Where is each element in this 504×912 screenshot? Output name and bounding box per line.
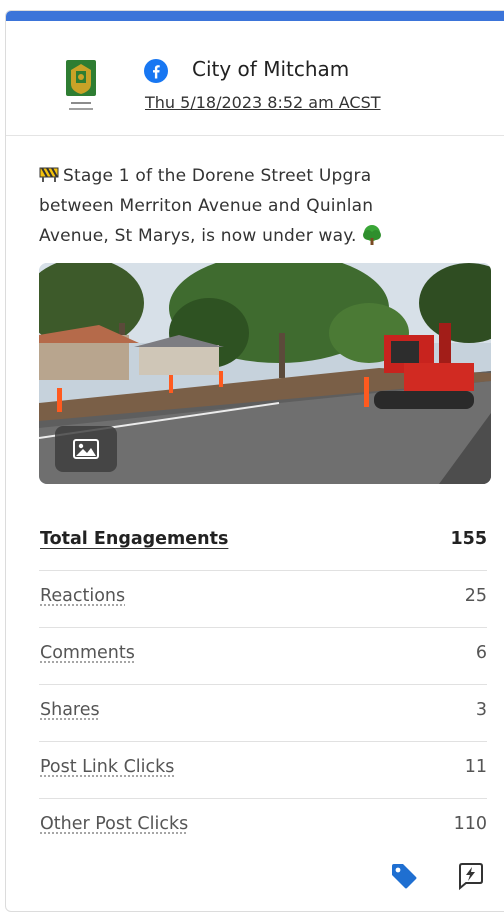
metric-label[interactable]: Total Engagements — [40, 529, 228, 549]
page-name: City of Mitcham — [192, 57, 350, 81]
image-icon — [73, 439, 99, 459]
post-text-line: Avenue, St Marys, is now under way. — [39, 221, 504, 251]
metric-label[interactable]: Shares — [40, 700, 100, 720]
card-accent-bar — [6, 11, 504, 21]
metric-label[interactable]: Other Post Clicks — [40, 814, 188, 834]
construction-barrier-icon — [39, 167, 59, 182]
post-date-link[interactable]: Thu 5/18/2023 8:52 am ACST — [145, 93, 381, 112]
post-text-line-1: Stage 1 of the Dorene Street Upgra — [63, 166, 372, 186]
metric-post-link-clicks: Post Link Clicks 11 — [39, 741, 487, 799]
metric-label[interactable]: Comments — [40, 643, 135, 663]
metric-value: 6 — [475, 643, 487, 663]
metric-other-post-clicks: Other Post Clicks 110 — [39, 798, 487, 855]
metric-comments: Comments 6 — [39, 627, 487, 685]
post-text-line: Stage 1 of the Dorene Street Upgra — [39, 161, 504, 191]
tree-icon — [362, 225, 381, 245]
post-photo[interactable] — [39, 263, 491, 484]
metric-label[interactable]: Post Link Clicks — [40, 757, 174, 777]
post-text-line-3: Avenue, St Marys, is now under way. — [39, 226, 357, 246]
image-badge — [55, 426, 117, 472]
metric-value: 11 — [464, 757, 487, 777]
post-text-line-2: between Merriton Avenue and Quinlan — [39, 196, 374, 216]
city-of-mitcham-logo — [66, 60, 96, 110]
metric-shares: Shares 3 — [39, 684, 487, 742]
post-card: City of Mitcham Thu 5/18/2023 8:52 am AC… — [5, 10, 504, 912]
metric-value: 3 — [475, 700, 487, 720]
metric-label[interactable]: Reactions — [40, 586, 125, 606]
boost-icon[interactable] — [456, 861, 486, 891]
post-text: Stage 1 of the Dorene Street Upgra betwe… — [39, 161, 504, 251]
metric-value: 110 — [453, 814, 487, 834]
metric-value: 155 — [450, 529, 487, 549]
facebook-icon — [144, 59, 168, 83]
metric-total-engagements: Total Engagements 155 — [39, 513, 487, 571]
metric-reactions: Reactions 25 — [39, 570, 487, 628]
tag-icon[interactable] — [389, 861, 419, 891]
post-header: City of Mitcham Thu 5/18/2023 8:52 am AC… — [6, 21, 504, 136]
metric-value: 25 — [464, 586, 487, 606]
